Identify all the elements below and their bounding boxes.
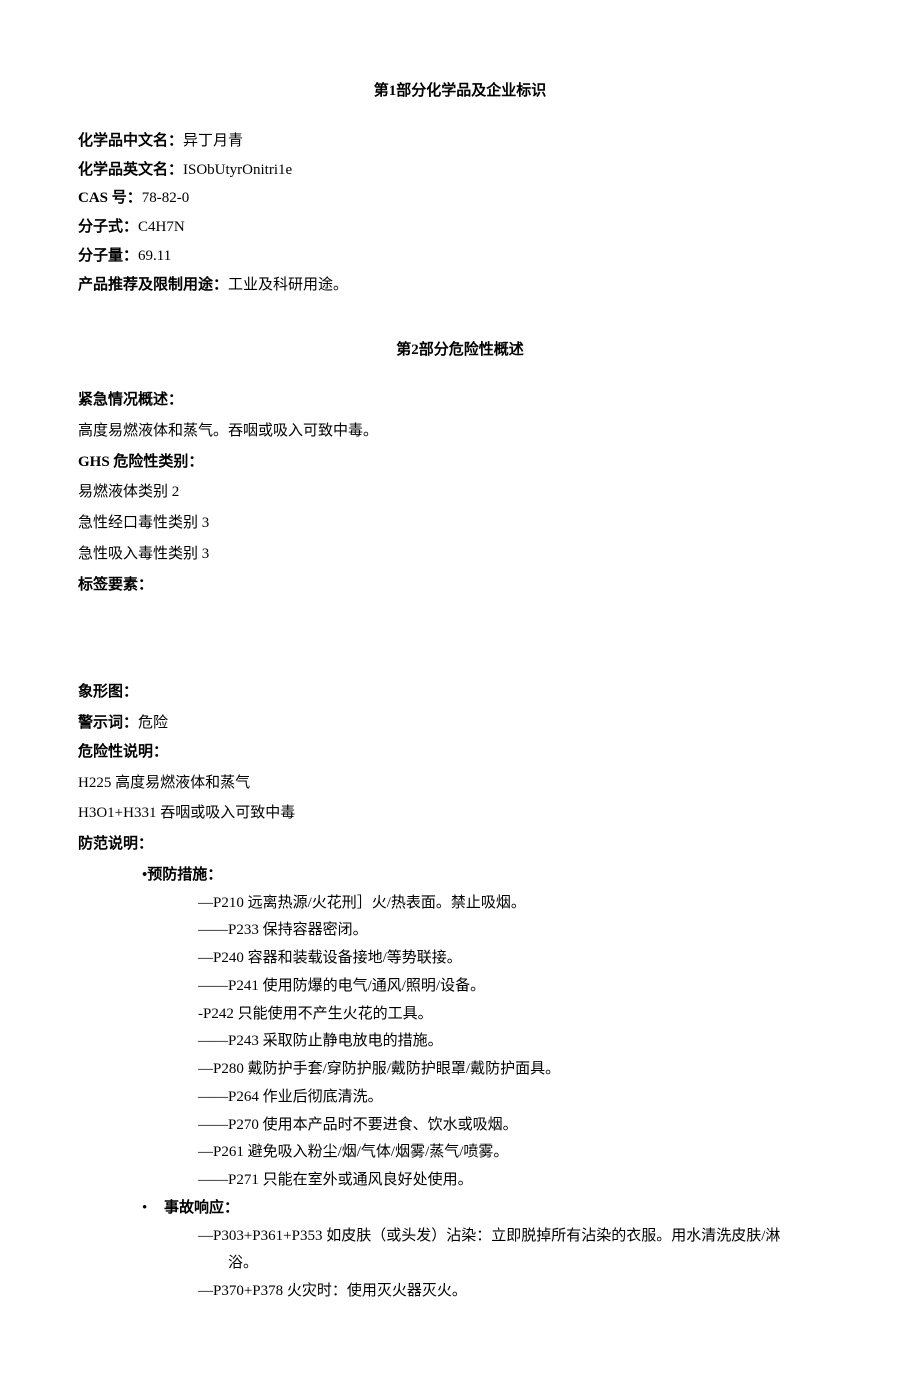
prevention-item: P270 使用本产品时不要进食、饮水或吸烟。 [198,1112,842,1140]
value-name-cn: 异丁月青 [183,133,243,149]
value-cas: 78-82-0 [142,190,190,206]
prevention-head: •预防措施： [142,862,842,890]
response-list: P303+P361+P353 如皮肤（或头发）沾染：立即脱掉所有沾染的衣服。用水… [78,1223,842,1306]
prevention-item: P271 只能在室外或通风良好处使用。 [198,1167,842,1195]
hazard-line-1: H3O1+H331 吞咽或吸入可致中毒 [78,800,842,828]
prevention-item: P242 只能使用不产生火花的工具。 [198,1001,842,1029]
label-mw: 分子量： [78,248,138,264]
label-use: 产品推荐及限制用途： [78,277,228,293]
row-name-cn: 化学品中文名：异丁月青 [78,128,842,156]
response-head: 事故响应： [142,1195,842,1223]
response-item: P370+P378 火灾时：使用灭火器灭火。 [198,1278,842,1306]
ghs-line-0: 易燃液体类别 2 [78,479,842,507]
ghs-label: GHS 危险性类别： [78,449,842,477]
row-mw: 分子量：69.11 [78,243,842,271]
row-signal: 警示词：危险 [78,710,842,738]
label-cas: CAS 号： [78,190,142,206]
signal-label: 警示词： [78,715,138,731]
response-item-continuation: 浴。 [228,1250,842,1278]
emergency-text: 高度易燃液体和蒸气。吞咽或吸入可致中毒。 [78,418,842,446]
hazard-label: 危险性说明： [78,739,842,767]
prevention-item: P243 采取防止静电放电的措施。 [198,1028,842,1056]
label-formula: 分子式： [78,219,138,235]
prevention-item: P280 戴防护手套/穿防护服/戴防护眼罩/戴防护面具。 [198,1056,842,1084]
section2-title: 第2部分危险性概述 [78,337,842,365]
row-cas: CAS 号：78-82-0 [78,185,842,213]
hazard-line-0: H225 高度易燃液体和蒸气 [78,770,842,798]
prevention-item: P240 容器和装载设备接地/等势联接。 [198,945,842,973]
ghs-line-1: 急性经口毒性类别 3 [78,510,842,538]
label-elements: 标签要素： [78,572,842,600]
value-formula: C4H7N [138,219,185,235]
precaution-label: 防范说明： [78,831,842,859]
value-name-en: ISObUtyrOnitri1e [183,162,292,178]
value-mw: 69.11 [138,248,171,264]
prevention-item: P261 避免吸入粉尘/烟/气体/烟雾/蒸气/喷雾。 [198,1139,842,1167]
label-name-cn: 化学品中文名： [78,133,183,149]
label-name-en: 化学品英文名： [78,162,183,178]
row-use: 产品推荐及限制用途：工业及科研用途。 [78,272,842,300]
value-use: 工业及科研用途。 [228,277,348,293]
row-formula: 分子式：C4H7N [78,214,842,242]
prevention-item: P264 作业后彻底清洗。 [198,1084,842,1112]
pictogram-label: 象形图： [78,679,842,707]
prevention-item: P210 远离热源/火花刑］火/热表面。禁止吸烟。 [198,890,842,918]
emergency-label: 紧急情况概述： [78,387,842,415]
prevention-item: P241 使用防爆的电气/通风/照明/设备。 [198,973,842,1001]
ghs-line-2: 急性吸入毒性类别 3 [78,541,842,569]
section1-title: 第1部分化学品及企业标识 [78,78,842,106]
row-name-en: 化学品英文名：ISObUtyrOnitri1e [78,157,842,185]
prevention-item: P233 保持容器密闭。 [198,917,842,945]
prevention-list: P210 远离热源/火花刑］火/热表面。禁止吸烟。P233 保持容器密闭。P24… [78,890,842,1195]
response-item: P303+P361+P353 如皮肤（或头发）沾染：立即脱掉所有沾染的衣服。用水… [198,1223,842,1251]
signal-value: 危险 [138,715,168,731]
